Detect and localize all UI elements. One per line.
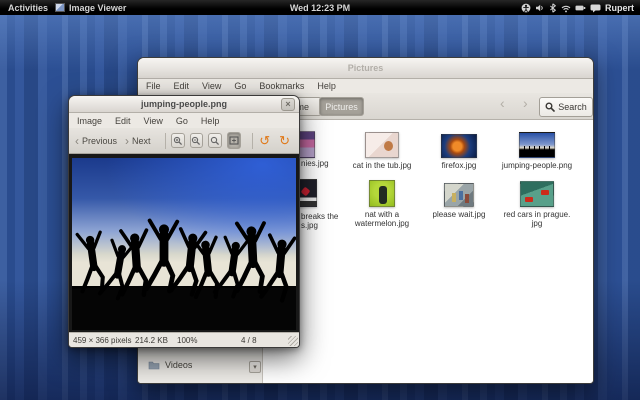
accessibility-icon[interactable]: [521, 3, 531, 13]
menu-go[interactable]: Go: [234, 81, 246, 91]
previous-label: Previous: [82, 136, 117, 146]
thumbnail-watermelon: [369, 180, 395, 207]
folder-icon: [148, 360, 160, 370]
battery-icon[interactable]: [575, 3, 586, 13]
file-label: firefox.jpg: [421, 161, 497, 170]
thumbnail-red-cars: [520, 181, 554, 207]
toolbar-separator: [165, 133, 166, 149]
file-label-fragment: s.jpg: [301, 221, 318, 230]
rotate-left-button[interactable]: ↺: [259, 134, 270, 147]
bluetooth-icon[interactable]: [549, 3, 557, 13]
zoom-normal-button[interactable]: [208, 133, 221, 148]
files-window-title: Pictures: [348, 63, 384, 73]
menu-bookmarks[interactable]: Bookmarks: [259, 81, 304, 91]
sidebar-item-videos[interactable]: Videos: [148, 360, 192, 370]
viewer-statusbar: 459 × 366 pixels 214.2 KB 100% 4 / 8: [69, 332, 299, 347]
file-item-please-wait[interactable]: please wait.jpg: [421, 177, 497, 219]
resize-grip[interactable]: [288, 336, 298, 346]
search-label: Search: [558, 102, 587, 112]
viewer-titlebar[interactable]: jumping-people.png ×: [69, 96, 299, 113]
image-viewer-window: jumping-people.png × Image Edit View Go …: [68, 95, 300, 348]
menu-edit[interactable]: Edit: [115, 116, 131, 126]
zoom-out-icon: [191, 136, 201, 146]
zoom-in-button[interactable]: [171, 133, 184, 148]
file-item-firefox[interactable]: firefox.jpg: [421, 128, 497, 170]
best-fit-icon: [229, 136, 239, 145]
menu-help[interactable]: Help: [317, 81, 336, 91]
next-button[interactable]: › Next: [125, 136, 151, 146]
menu-help[interactable]: Help: [201, 116, 220, 126]
thumbnail-please-wait: [444, 183, 474, 207]
menu-file[interactable]: File: [146, 81, 161, 91]
zoom-normal-icon: [210, 136, 220, 146]
files-menubar: File Edit View Go Bookmarks Help: [138, 79, 593, 93]
menu-view[interactable]: View: [202, 81, 221, 91]
file-label: watermelon.jpg: [344, 219, 420, 228]
files-window-titlebar[interactable]: Pictures: [138, 58, 593, 79]
chevron-right-icon: ›: [125, 136, 129, 146]
search-icon: [545, 102, 555, 112]
file-label-fragment: breaks the: [301, 212, 338, 221]
user-menu[interactable]: Rupert: [590, 3, 634, 13]
file-item-red-cars[interactable]: red cars in prague. jpg: [499, 177, 575, 228]
next-label: Next: [132, 136, 151, 146]
sidebar-scroll-down-button[interactable]: ▾: [249, 361, 261, 373]
thumbnail-jumping-people: [519, 132, 555, 158]
rotate-right-button[interactable]: ↻: [279, 134, 290, 147]
zoom-out-button[interactable]: [190, 133, 203, 148]
jumping-people-photo: [72, 158, 296, 330]
search-button[interactable]: Search: [539, 97, 593, 117]
file-label: nat with a: [344, 210, 420, 219]
close-button[interactable]: ×: [281, 98, 295, 111]
back-button[interactable]: ‹: [500, 95, 505, 111]
user-name: Rupert: [605, 3, 634, 13]
file-item-cat-in-the-tub[interactable]: cat in the tub.jpg: [344, 128, 420, 170]
file-label: jpg: [499, 219, 575, 228]
image-dimensions: 459 × 366 pixels: [73, 336, 132, 345]
menu-edit[interactable]: Edit: [174, 81, 190, 91]
sidebar-item-label: Videos: [165, 360, 192, 370]
wifi-icon[interactable]: [561, 3, 571, 13]
user-chat-icon: [590, 3, 601, 13]
image-filesize: 214.2 KB: [135, 336, 168, 345]
file-label: red cars in prague.: [499, 210, 575, 219]
file-label: please wait.jpg: [421, 210, 497, 219]
chevron-left-icon: ‹: [75, 136, 79, 146]
thumbnail-firefox: [441, 134, 477, 158]
system-tray: Rupert: [521, 0, 634, 15]
menu-go[interactable]: Go: [176, 116, 188, 126]
top-bar: Activities Image Viewer Wed 12:23 PM: [0, 0, 640, 15]
file-item-nat-watermelon[interactable]: nat with a watermelon.jpg: [344, 177, 420, 228]
file-label: cat in the tub.jpg: [344, 161, 420, 170]
menu-view[interactable]: View: [144, 116, 163, 126]
desktop-screen: Pictures File Edit View Go Bookmarks Hel…: [0, 0, 640, 400]
menu-image[interactable]: Image: [77, 116, 102, 126]
volume-icon[interactable]: [535, 3, 545, 13]
viewer-menubar: Image Edit View Go Help: [69, 113, 299, 128]
thumbnail-cat: [365, 132, 399, 158]
zoom-level: 100%: [177, 336, 197, 345]
toolbar-separator: [252, 133, 253, 149]
viewer-toolbar: ‹ Previous › Next: [69, 128, 299, 154]
forward-button[interactable]: ›: [523, 95, 528, 111]
breadcrumb-pictures-button[interactable]: Pictures: [319, 97, 364, 116]
viewer-window-title: jumping-people.png: [141, 99, 227, 109]
file-label: jumping-people.png: [499, 161, 575, 170]
zoom-in-icon: [173, 136, 183, 146]
file-label-fragment: nies.jpg: [301, 159, 329, 168]
file-item-jumping-people[interactable]: jumping-people.png: [499, 128, 575, 170]
best-fit-button[interactable]: [227, 132, 242, 149]
chevron-down-icon: ▾: [253, 363, 257, 371]
image-index: 4 / 8: [241, 336, 257, 345]
previous-button[interactable]: ‹ Previous: [75, 136, 117, 146]
viewer-image-area: [69, 154, 299, 334]
